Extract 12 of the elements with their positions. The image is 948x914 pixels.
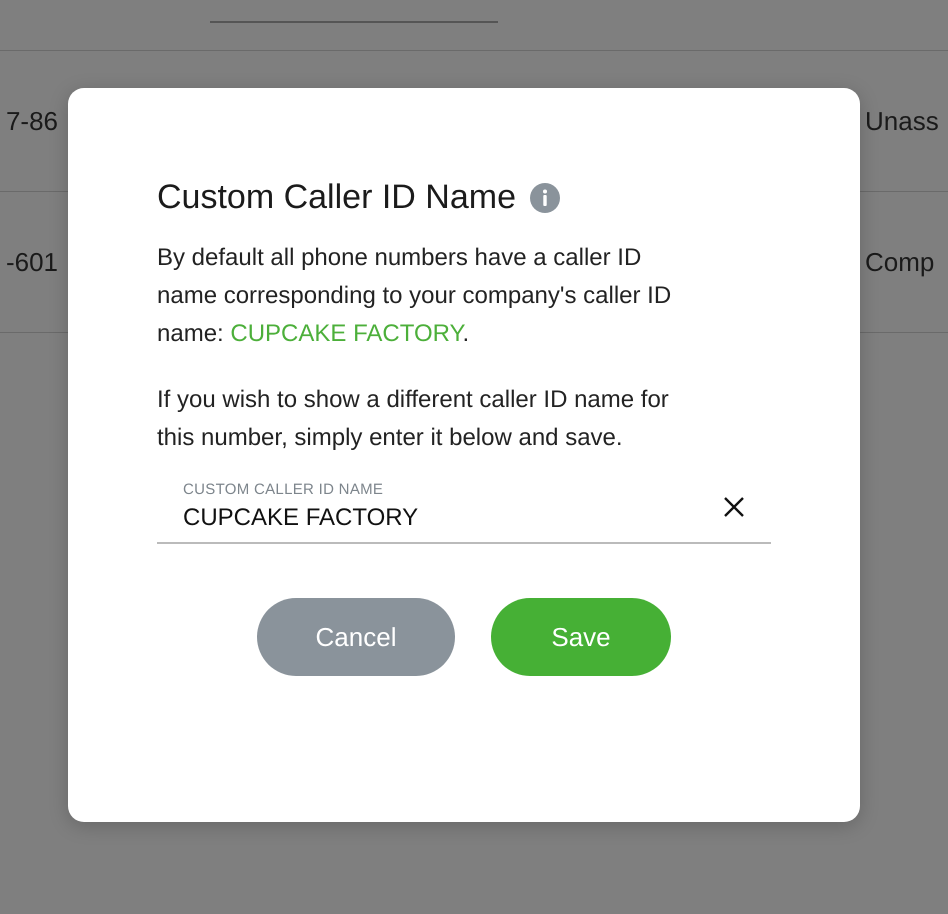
table-cell: -601	[6, 246, 58, 278]
table-cell: Comp	[865, 246, 934, 276]
description: If you wish to show a different caller ID name for this number, simply enter it below and save.	[157, 385, 670, 453]
info-icon[interactable]	[530, 182, 560, 212]
table-cell: 7-86	[6, 106, 58, 136]
clear-icon[interactable]	[723, 496, 745, 518]
dialog-title: Custom Caller ID Name	[157, 178, 516, 217]
save-button[interactable]: Save	[491, 598, 671, 676]
description: By default all phone numbers have a caller ID name corresponding to your company's caller ID name: CUPCAKE FACTORY.	[157, 243, 672, 349]
field-label: CUSTOM CALLER ID NAME	[183, 481, 384, 498]
cancel-button[interactable]: Cancel	[257, 598, 455, 676]
table-cell: Unass	[865, 106, 939, 136]
